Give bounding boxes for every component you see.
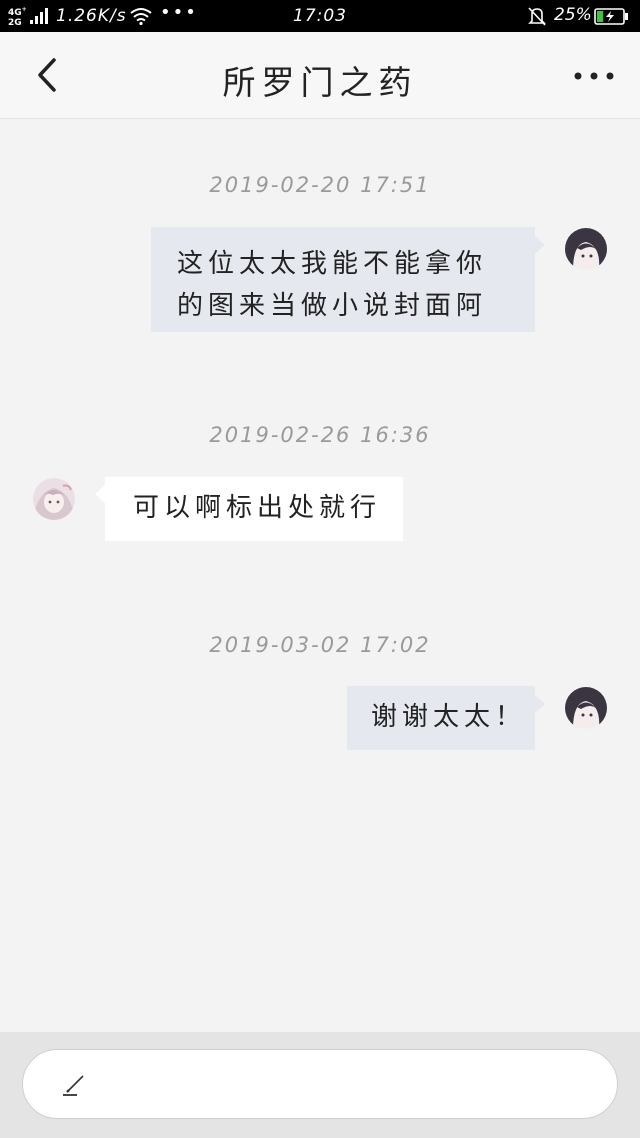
message-bubble-sent[interactable]: 这位太太我能不能拿你 的图来当做小说封面阿 bbox=[151, 227, 535, 332]
bubble-tail bbox=[535, 236, 545, 254]
my-avatar[interactable] bbox=[565, 228, 607, 270]
more-options-button[interactable] bbox=[572, 64, 616, 88]
message-text-line: 可以啊标出处就行 bbox=[133, 493, 382, 523]
pen-icon bbox=[63, 1075, 84, 1096]
message-text-line: 的图来当做小说封面阿 bbox=[177, 291, 488, 321]
message-timestamp: 2019-02-20 17:51 bbox=[209, 173, 431, 197]
status-bar: 4G+ 2G 1.26K/s ••• 17:03 25% bbox=[0, 0, 640, 32]
message-bubble-sent[interactable]: 谢谢太太！ bbox=[347, 686, 535, 750]
bubble-tail bbox=[95, 485, 105, 503]
message-bubble-received[interactable]: 可以啊标出处就行 bbox=[105, 477, 403, 541]
message-text-line: 这位太太我能不能拿你 bbox=[177, 249, 488, 279]
my-avatar[interactable] bbox=[565, 687, 607, 729]
bubble-tail bbox=[535, 695, 545, 713]
contact-avatar[interactable] bbox=[33, 478, 75, 520]
battery-charging-icon bbox=[594, 8, 628, 25]
bell-muted-icon bbox=[528, 7, 546, 26]
message-timestamp: 2019-03-02 17:02 bbox=[209, 633, 431, 657]
message-text-line: 谢谢太太！ bbox=[371, 702, 527, 732]
chat-title: 所罗门之药 bbox=[222, 63, 418, 102]
message-input[interactable] bbox=[22, 1049, 618, 1119]
battery-percent: 25% bbox=[554, 5, 592, 25]
message-timestamp: 2019-02-26 16:36 bbox=[209, 423, 431, 447]
chat-header: 所罗门之药 bbox=[0, 32, 640, 119]
input-bar bbox=[0, 1032, 640, 1138]
